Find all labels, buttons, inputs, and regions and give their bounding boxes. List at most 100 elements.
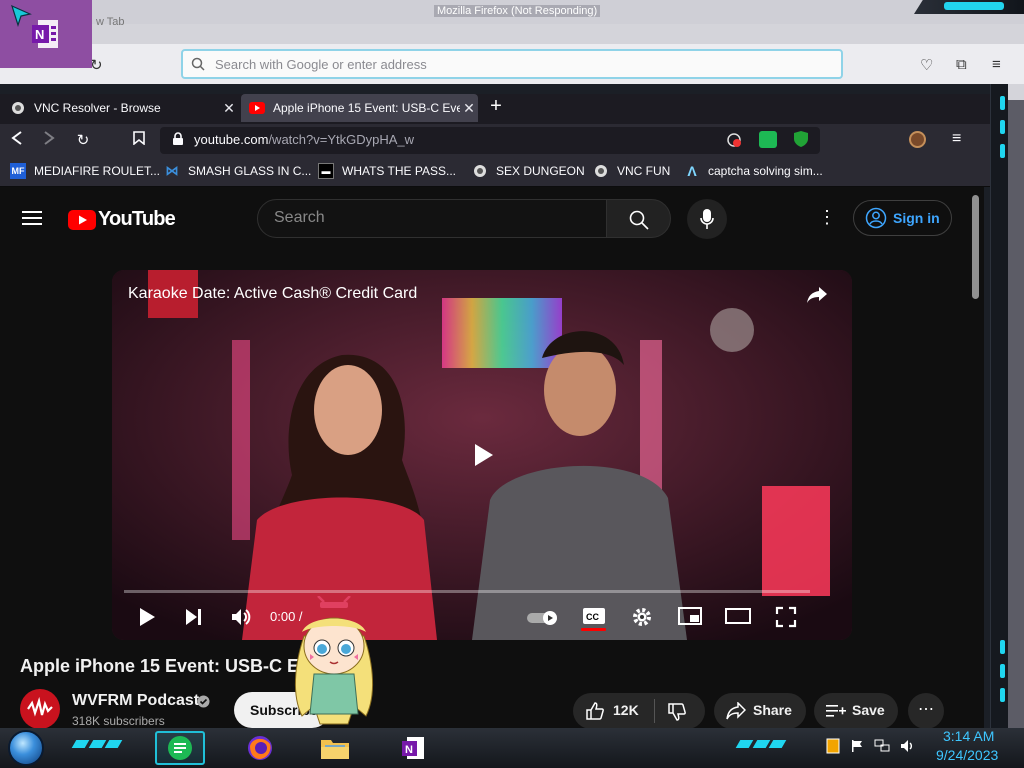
vnc-icon	[472, 163, 488, 179]
url-host: youtube.com	[194, 132, 269, 147]
bookmark-item[interactable]: MF MEDIAFIRE ROULET...	[10, 163, 160, 179]
folder-icon	[321, 740, 349, 759]
play-icon[interactable]	[460, 432, 506, 478]
miniplayer-icon[interactable]	[678, 606, 702, 626]
search-button[interactable]	[606, 199, 671, 238]
taskbar-notes-app[interactable]	[155, 731, 205, 765]
close-tab-icon[interactable]: ✕	[220, 100, 238, 117]
skin-accent	[1000, 688, 1005, 702]
firefox-icon	[248, 736, 272, 760]
tab-youtube-video[interactable]: Apple iPhone 15 Event: USB-C Eve ✕	[241, 94, 478, 122]
avatar[interactable]	[909, 131, 926, 148]
skin-accent	[1000, 640, 1005, 654]
bookmark-label: captcha solving sim...	[708, 164, 823, 178]
notes-extension-icon[interactable]	[759, 131, 777, 148]
bookmark-item[interactable]: ▬ WHATS THE PASS...	[318, 163, 456, 179]
bookmark-item[interactable]: VNC FUN	[593, 163, 670, 179]
settings-more-icon[interactable]: ⋮	[818, 207, 836, 228]
back-icon[interactable]	[6, 130, 28, 152]
action-center-flag-icon[interactable]	[850, 739, 864, 753]
channel-avatar[interactable]	[20, 689, 60, 729]
search-icon	[191, 57, 205, 71]
like-count: 12K	[613, 702, 639, 718]
volume-icon[interactable]	[900, 739, 916, 753]
hamburger-menu-icon[interactable]	[22, 210, 42, 226]
bookmark-label: SMASH GLASS IN C...	[188, 164, 312, 178]
add-to-playlist-icon	[826, 705, 846, 717]
window-controls-skin[interactable]	[914, 0, 1024, 14]
background-tab-label[interactable]: w Tab	[96, 16, 125, 28]
background-address-placeholder: Search with Google or enter address	[215, 57, 427, 72]
save-label: Save	[852, 702, 885, 718]
dislike-icon[interactable]	[667, 702, 687, 722]
youtube-logo-icon	[68, 209, 96, 230]
theater-mode-icon[interactable]	[725, 606, 751, 626]
taskbar-firefox[interactable]	[235, 731, 285, 765]
bookmark-item[interactable]: Λcaptcha solving sim...	[684, 163, 823, 179]
close-tab-icon[interactable]: ✕	[460, 100, 478, 117]
volume-icon[interactable]	[230, 606, 252, 628]
vs-icon: ⋈	[165, 163, 179, 178]
taskbar-skin-accent	[735, 740, 787, 748]
subscriber-count: 318K subscribers	[72, 714, 165, 728]
video-ad-title[interactable]: Karaoke Date: Active Cash® Credit Card	[128, 285, 417, 303]
onenote-icon: N	[402, 737, 424, 759]
forward-icon[interactable]	[38, 130, 60, 152]
ublock-icon[interactable]	[726, 132, 742, 148]
address-url[interactable]: youtube.com/watch?v=YtkGDypHA_w	[194, 132, 414, 147]
bookmark-item[interactable]: SEX DUNGEON	[472, 163, 585, 179]
taskbar-skin-accent	[71, 740, 123, 748]
reload-icon[interactable]: ↻	[72, 130, 94, 152]
autoplay-toggle[interactable]	[526, 610, 562, 626]
onenote-launcher[interactable]: N	[0, 0, 92, 68]
start-button[interactable]	[8, 730, 44, 766]
settings-gear-icon[interactable]	[631, 606, 653, 628]
skin-accent	[1000, 144, 1005, 158]
voice-search-button[interactable]	[687, 199, 727, 239]
onenote-icon: N	[32, 20, 58, 48]
background-address-bar[interactable]: Search with Google or enter address	[181, 49, 843, 79]
captions-icon[interactable]: CC	[582, 606, 606, 626]
scrollbar[interactable]	[972, 195, 979, 299]
more-actions-button[interactable]: ⋯	[908, 693, 944, 729]
desktop-pet-character[interactable]	[284, 596, 384, 728]
bookmark-item[interactable]: ⋈ SMASH GLASS IN C...	[164, 163, 312, 179]
tab-label: VNC Resolver - Browse	[34, 101, 161, 115]
youtube-logo[interactable]: YouTube	[68, 208, 176, 231]
channel-name[interactable]: WVFRM Podcast	[72, 692, 199, 710]
tab-vnc-resolver[interactable]: VNC Resolver - Browse ✕	[2, 94, 238, 122]
share-icon[interactable]	[806, 286, 828, 304]
hamburger-menu-icon[interactable]: ≡	[952, 130, 961, 148]
svg-text:N: N	[405, 744, 413, 756]
video-progress-bar[interactable]	[124, 590, 810, 593]
taskbar-file-explorer[interactable]	[310, 731, 360, 765]
extensions-icon[interactable]: ⧉	[956, 56, 967, 73]
new-tab-button[interactable]: +	[485, 96, 507, 118]
verified-icon	[197, 695, 210, 708]
taskbar-onenote[interactable]: N	[388, 731, 438, 765]
search-placeholder: Search	[274, 209, 325, 226]
shield-icon[interactable]	[793, 130, 809, 148]
pocket-icon[interactable]: ♡	[920, 56, 933, 74]
bookmark-label: VNC FUN	[617, 164, 671, 178]
lambda-icon: Λ	[687, 163, 697, 179]
bookmark-star-icon[interactable]	[128, 130, 150, 152]
hamburger-menu-icon[interactable]: ≡	[992, 56, 1001, 73]
battery-icon[interactable]	[826, 738, 840, 754]
clock-date[interactable]: 9/24/2023	[936, 747, 998, 763]
network-icon[interactable]	[874, 739, 890, 753]
svg-text:N: N	[35, 27, 44, 42]
divider	[654, 699, 655, 723]
vnc-icon	[10, 100, 26, 116]
play-icon[interactable]	[137, 606, 157, 628]
sign-in-button[interactable]: Sign in	[853, 200, 952, 236]
like-icon[interactable]	[585, 701, 605, 721]
notes-app-icon	[168, 736, 192, 760]
bookmark-label: WHATS THE PASS...	[342, 164, 457, 178]
url-path: /watch?v=YtkGDypHA_w	[268, 132, 415, 147]
fullscreen-icon[interactable]	[775, 606, 797, 628]
next-icon[interactable]	[184, 606, 204, 628]
skin-accent	[1000, 664, 1005, 678]
waveform-logo-icon	[27, 696, 53, 717]
clock-time[interactable]: 3:14 AM	[943, 728, 994, 744]
